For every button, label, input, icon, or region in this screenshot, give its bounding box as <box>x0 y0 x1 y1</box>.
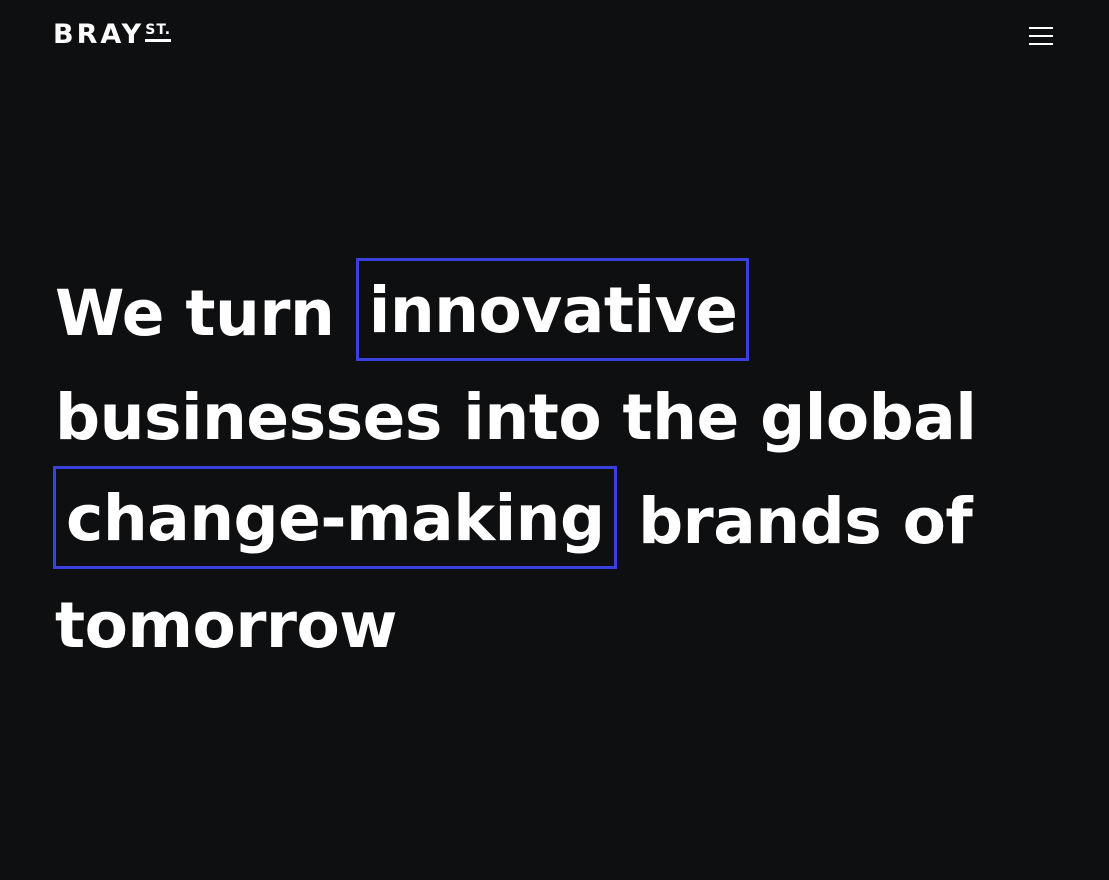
menu-button[interactable] <box>1024 22 1058 50</box>
logo-superscript: ST. <box>145 23 172 42</box>
hero-text-we-turn: We turn <box>55 277 356 350</box>
brand-logo-link[interactable]: BRAY ST. <box>53 19 172 50</box>
highlight-change-making: change-making <box>53 466 617 569</box>
hero-line-4: tomorrow <box>55 574 1055 678</box>
hero-headline: We turn innovative businesses into the g… <box>53 258 1055 678</box>
hamburger-menu-icon-bar-bottom <box>1029 43 1053 45</box>
hero-text-businesses: businesses into the global <box>55 381 977 454</box>
hamburger-menu-icon-bar-middle <box>1029 35 1053 37</box>
hero-line-2: businesses into the global <box>55 366 1055 470</box>
hero-line-1: We turn innovative <box>55 258 1055 366</box>
hero-text-tomorrow: tomorrow <box>55 589 397 662</box>
hero-line-3: change-making brands of <box>53 466 1055 574</box>
hero-text-brands-of: brands of <box>616 485 973 558</box>
site-header: BRAY ST. <box>0 0 1109 72</box>
hamburger-menu-icon-bar-top <box>1029 27 1053 29</box>
highlight-innovative: innovative <box>355 258 750 361</box>
logo-wordmark: BRAY <box>53 19 145 50</box>
